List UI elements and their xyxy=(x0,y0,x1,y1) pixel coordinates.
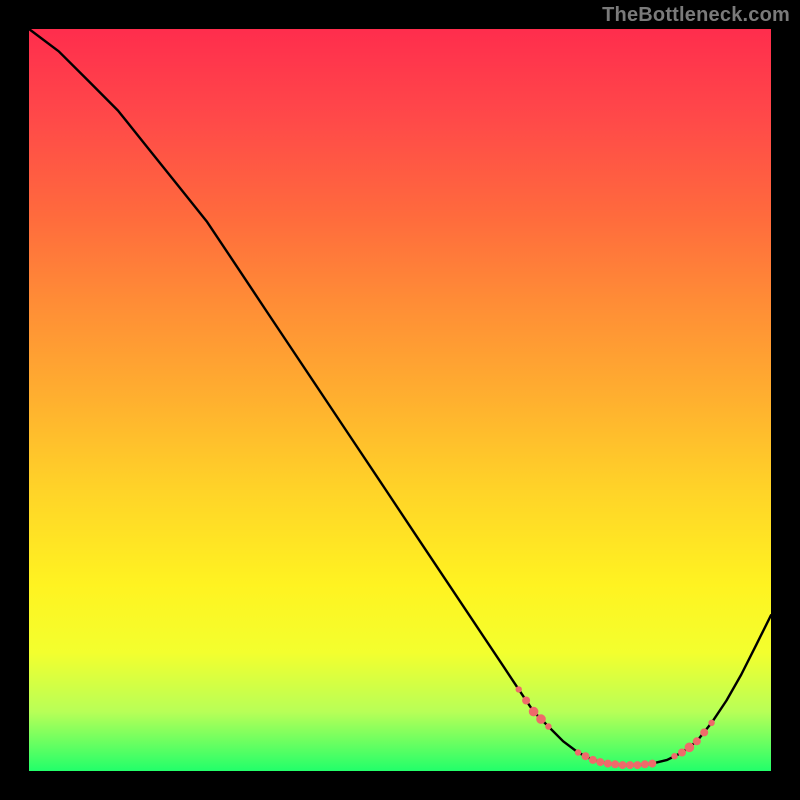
marker-dot xyxy=(589,756,597,764)
marker-dot xyxy=(529,707,539,717)
marker-dot xyxy=(641,760,649,768)
marker-dot xyxy=(626,761,634,769)
marker-dot xyxy=(582,752,590,760)
marker-dot xyxy=(685,743,695,753)
marker-dot xyxy=(575,749,581,755)
plot-area xyxy=(29,29,771,771)
marker-dot xyxy=(545,723,551,729)
highlight-markers xyxy=(516,686,715,769)
marker-dot xyxy=(648,760,656,768)
marker-dot xyxy=(522,697,530,705)
marker-dot xyxy=(604,760,612,768)
marker-dot xyxy=(678,749,686,757)
marker-dot xyxy=(633,761,641,769)
marker-dot xyxy=(611,760,619,768)
chart-frame: TheBottleneck.com xyxy=(0,0,800,800)
marker-dot xyxy=(700,728,708,736)
marker-dot xyxy=(671,753,677,759)
curve-line xyxy=(29,29,771,765)
marker-dot xyxy=(536,714,546,724)
chart-svg xyxy=(29,29,771,771)
marker-dot xyxy=(516,686,522,692)
watermark-text: TheBottleneck.com xyxy=(602,4,790,27)
marker-dot xyxy=(693,737,701,745)
marker-dot xyxy=(619,761,627,769)
marker-dot xyxy=(596,758,604,766)
marker-dot xyxy=(708,720,714,726)
